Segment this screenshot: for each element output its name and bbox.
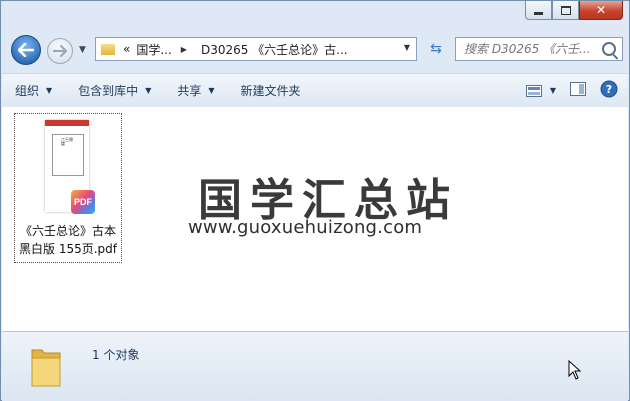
item-count: 1 个对象 [92, 348, 140, 362]
thumbnail-title: 六壬總論 [61, 137, 73, 146]
share-label: 共享 [177, 84, 202, 98]
arrow-left-icon [18, 43, 34, 57]
breadcrumb-segment[interactable]: D30265 《六壬总论》古... [201, 41, 348, 58]
back-button[interactable] [11, 35, 41, 65]
pdf-icon: PDF [71, 190, 95, 214]
file-name-line: 黑白版 155页.pdf [19, 242, 117, 256]
refresh-icon: ⇆ [430, 41, 442, 57]
arrow-right-icon [53, 45, 67, 57]
include-in-library-label: 包含到库中 [78, 84, 139, 98]
thumbnail-header-band [45, 120, 89, 126]
chevron-down-icon: ▼ [46, 86, 53, 95]
new-folder-button[interactable]: 新建文件夹 [228, 74, 314, 107]
navigation-bar: ▼ « 国学... ▶ D30265 《六壬总论》古... ▼ ⇆ [9, 34, 623, 65]
breadcrumb-segment[interactable]: 国学... [136, 41, 171, 58]
caption-controls: ✕ [525, 1, 623, 20]
details-pane: 1 个对象 [2, 331, 628, 401]
chevron-down-icon: ▼ [208, 86, 215, 95]
forward-button[interactable] [47, 38, 73, 64]
file-list-pane[interactable]: 六壬總論 PDF 《六壬总论》古本 黑白版 155页.pdf 国学汇总站 www… [2, 107, 628, 331]
change-view-button[interactable]: ▼ [525, 84, 556, 97]
help-button[interactable]: ? [600, 80, 618, 101]
minimize-button[interactable] [525, 1, 552, 20]
preview-pane-icon [570, 82, 586, 96]
refresh-button[interactable]: ⇆ [423, 37, 449, 61]
file-name-line: 《六壬总论》古本 [19, 224, 116, 238]
search-input[interactable] [462, 41, 606, 57]
folder-icon [101, 43, 115, 55]
close-button[interactable]: ✕ [579, 1, 623, 20]
folder-icon [31, 349, 61, 387]
recent-locations-dropdown-icon[interactable]: ▼ [79, 45, 86, 55]
preview-pane-button[interactable] [570, 82, 586, 99]
address-bar[interactable]: « 国学... ▶ D30265 《六壬总论》古... ▼ [95, 37, 417, 61]
address-dropdown-icon[interactable]: ▼ [404, 43, 410, 52]
search-box[interactable] [455, 37, 623, 61]
maximize-button[interactable] [552, 1, 579, 20]
toolbar-right: ▼ ? [525, 74, 618, 107]
explorer-window: ✕ ▼ « 国学... ▶ D30265 《六壬总论》古... ▼ ⇆ 组织 [0, 0, 630, 401]
file-name[interactable]: 《六壬总论》古本 黑白版 155页.pdf [15, 222, 121, 258]
thumbnail-title-frame: 六壬總論 [52, 134, 84, 176]
organize-label: 组织 [15, 84, 40, 98]
new-folder-label: 新建文件夹 [240, 84, 301, 98]
address-overflow[interactable]: « [123, 42, 130, 56]
chevron-down-icon: ▼ [145, 86, 152, 95]
organize-button[interactable]: 组织 ▼ [2, 74, 65, 107]
svg-text:?: ? [606, 83, 612, 96]
file-item[interactable]: 六壬總論 PDF 《六壬总论》古本 黑白版 155页.pdf [14, 113, 122, 263]
include-in-library-button[interactable]: 包含到库中 ▼ [65, 74, 164, 107]
share-button[interactable]: 共享 ▼ [164, 74, 227, 107]
view-icon [525, 84, 542, 97]
watermark-url: www.guoxuehuizong.com [188, 217, 423, 238]
search-icon[interactable] [602, 42, 616, 56]
maximize-icon [560, 5, 571, 15]
minimize-icon [534, 11, 543, 15]
mouse-pointer-icon [568, 360, 582, 380]
chevron-right-icon[interactable]: ▶ [181, 45, 187, 54]
close-icon: ✕ [595, 3, 607, 17]
chevron-down-icon: ▼ [549, 86, 556, 95]
help-icon: ? [600, 80, 618, 98]
pdf-badge-label: PDF [74, 197, 92, 207]
command-bar: 组织 ▼ 包含到库中 ▼ 共享 ▼ 新建文件夹 ▼ ? [2, 73, 628, 108]
